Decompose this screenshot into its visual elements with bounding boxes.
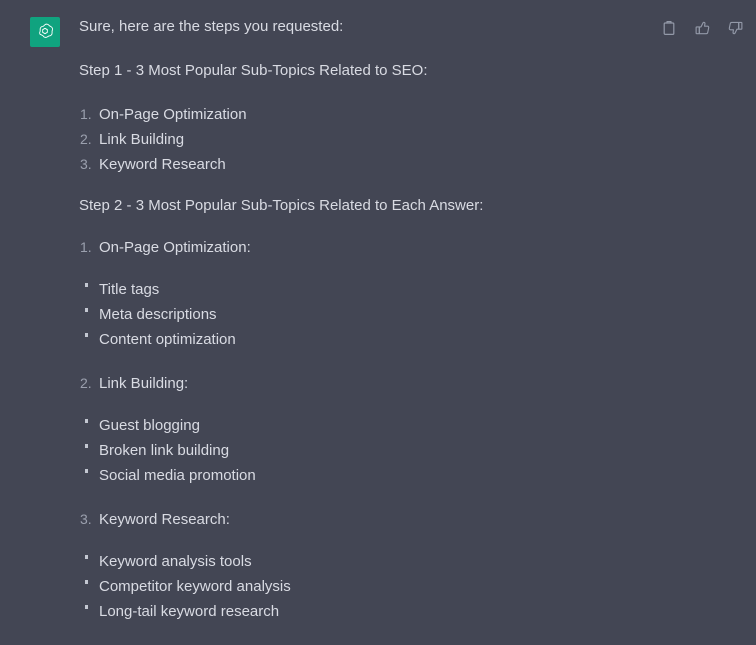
group-number: 1. xyxy=(80,239,92,255)
list-item: Social media promotion xyxy=(79,463,636,488)
list-item-label: Competitor keyword analysis xyxy=(99,578,291,595)
list-item-label: Broken link building xyxy=(99,442,230,459)
list-item-label: Meta descriptions xyxy=(99,306,217,323)
list-item-label: Long-tail keyword research xyxy=(99,603,280,620)
list-item: Keyword analysis tools xyxy=(79,549,636,574)
message-content: Sure, here are the steps you requested: … xyxy=(79,17,636,624)
group-heading-label: On-Page Optimization: xyxy=(99,239,251,256)
group-heading-label: Keyword Research: xyxy=(99,511,230,528)
thumbs-down-icon[interactable] xyxy=(726,19,744,37)
group-heading: 2. Link Building: xyxy=(79,371,636,396)
list-item-label: Guest blogging xyxy=(99,417,200,434)
list-item-label: On-Page Optimization xyxy=(99,106,247,123)
group-on-page-optimization: 1. On-Page Optimization: Title tags Meta… xyxy=(79,235,636,352)
group-items: Guest blogging Broken link building Soci… xyxy=(79,413,636,488)
step-1-list: On-Page Optimization Link Building Keywo… xyxy=(79,102,636,177)
list-item: Title tags xyxy=(79,277,636,302)
group-items: Title tags Meta descriptions Content opt… xyxy=(79,277,636,352)
list-item: On-Page Optimization xyxy=(79,102,636,127)
list-item: Guest blogging xyxy=(79,413,636,438)
list-item: Keyword Research xyxy=(79,152,636,177)
list-item: Broken link building xyxy=(79,438,636,463)
list-item: Competitor keyword analysis xyxy=(79,574,636,599)
list-item-label: Keyword Research xyxy=(99,156,226,173)
list-item: Link Building xyxy=(79,127,636,152)
step-2-heading: Step 2 - 3 Most Popular Sub-Topics Relat… xyxy=(79,197,484,214)
message-actions xyxy=(660,19,744,37)
assistant-avatar xyxy=(30,17,60,47)
group-heading: 1. On-Page Optimization: xyxy=(79,235,636,260)
thumbs-up-icon[interactable] xyxy=(693,19,711,37)
intro-paragraph: Sure, here are the steps you requested: xyxy=(79,18,344,35)
list-item-label: Title tags xyxy=(99,281,160,298)
list-item-label: Keyword analysis tools xyxy=(99,553,252,570)
group-keyword-research: 3. Keyword Research: Keyword analysis to… xyxy=(79,507,636,624)
group-number: 2. xyxy=(80,375,92,391)
list-item: Long-tail keyword research xyxy=(79,599,636,624)
group-heading-label: Link Building: xyxy=(99,375,189,392)
step-1-heading: Step 1 - 3 Most Popular Sub-Topics Relat… xyxy=(79,62,428,79)
group-heading: 3. Keyword Research: xyxy=(79,507,636,532)
list-item: Meta descriptions xyxy=(79,302,636,327)
list-item: Content optimization xyxy=(79,327,636,352)
group-number: 3. xyxy=(80,511,92,527)
list-item-label: Link Building xyxy=(99,131,185,148)
assistant-message: Sure, here are the steps you requested: … xyxy=(0,0,756,645)
list-item-label: Social media promotion xyxy=(99,467,256,484)
list-item-label: Content optimization xyxy=(99,331,236,348)
openai-logo-icon xyxy=(35,22,55,42)
group-items: Keyword analysis tools Competitor keywor… xyxy=(79,549,636,624)
copy-icon[interactable] xyxy=(660,19,678,37)
group-link-building: 2. Link Building: Guest blogging Broken … xyxy=(79,371,636,488)
